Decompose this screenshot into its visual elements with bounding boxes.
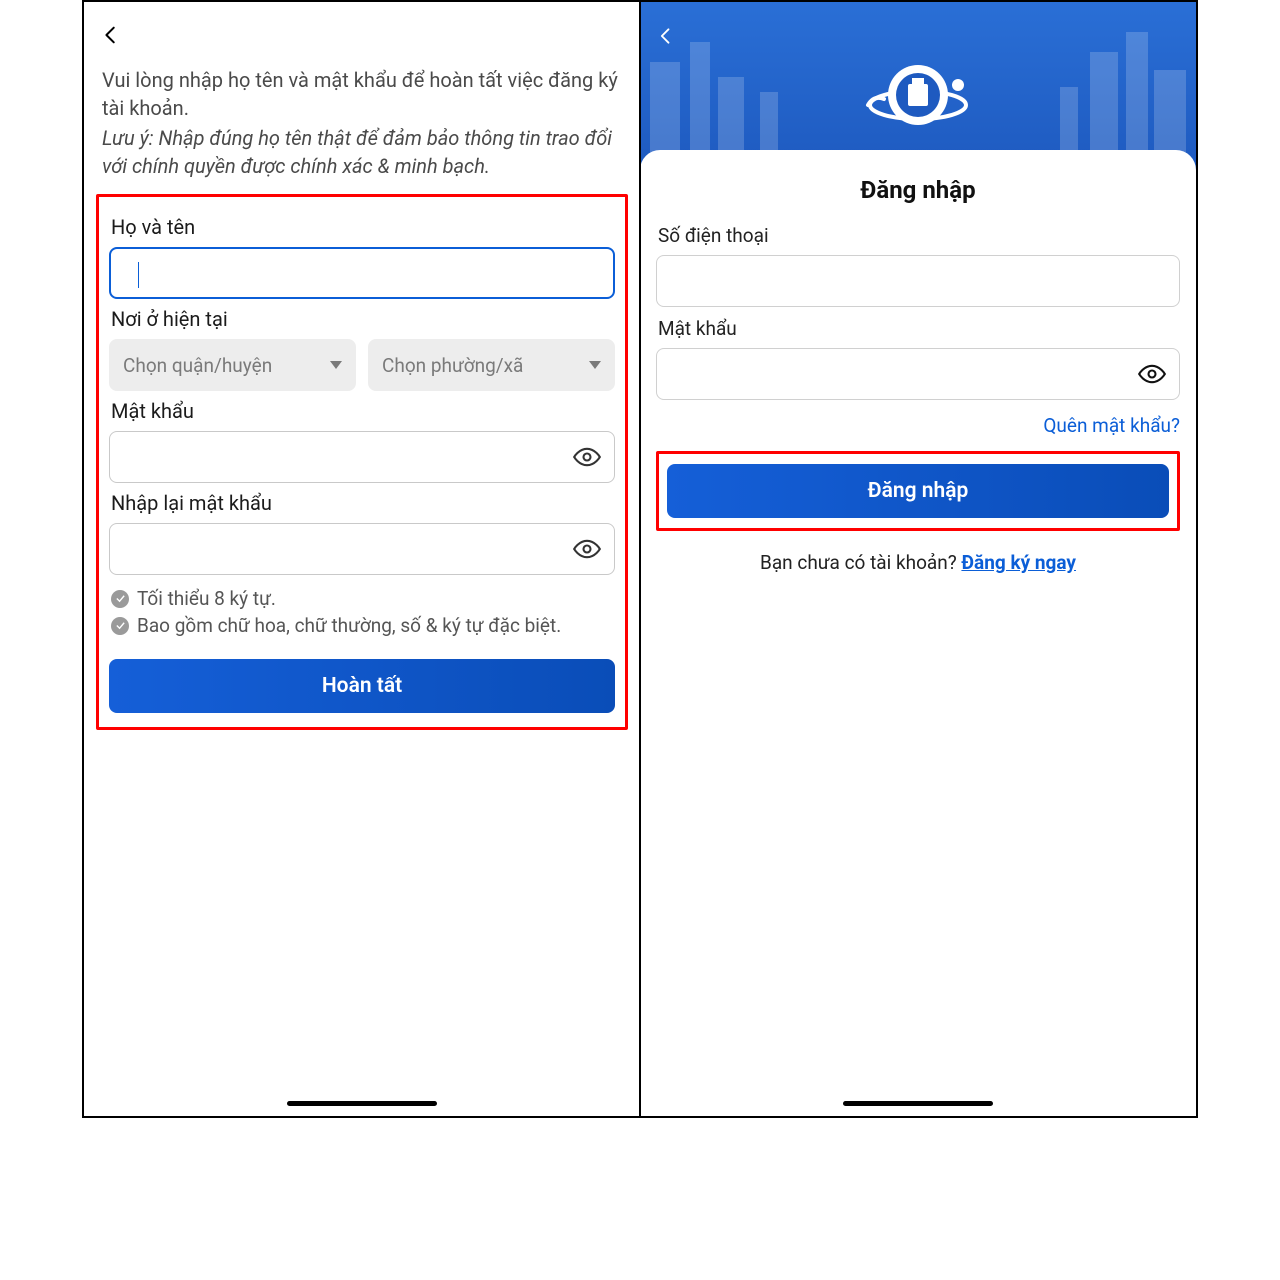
confirm-password-label: Nhập lại mật khẩu [111,491,615,515]
chevron-down-icon [330,361,342,369]
signup-row: Bạn chưa có tài khoản? Đăng ký ngay [656,551,1180,574]
fullname-label: Họ và tên [111,215,615,239]
login-button-highlight: Đăng nhập [656,451,1180,531]
back-icon[interactable] [100,20,122,56]
ward-select[interactable]: Chọn phường/xã [368,339,615,391]
phone-label: Số điện thoại [658,224,1180,247]
home-indicator [843,1101,993,1106]
check-circle-icon [111,617,129,635]
app-logo-icon [858,50,978,140]
address-label: Nơi ở hiện tại [111,307,615,331]
fullname-input[interactable] [109,247,615,299]
home-indicator [287,1101,437,1106]
eye-icon[interactable] [573,535,601,563]
registration-form-highlight: Họ và tên Nơi ở hiện tại Chọn quận/huyện… [96,194,628,730]
password-rule-2: Bao gồm chữ hoa, chữ thường, số & ký tự … [137,614,561,637]
login-button[interactable]: Đăng nhập [667,464,1169,518]
signup-prompt: Bạn chưa có tài khoản? [760,551,961,574]
signup-link[interactable]: Đăng ký ngay [961,551,1076,574]
pane-divider [639,2,641,1116]
login-password-input[interactable] [656,348,1180,400]
confirm-password-input[interactable] [109,523,615,575]
phone-input[interactable] [656,255,1180,307]
login-title: Đăng nhập [656,176,1180,204]
login-header [640,2,1196,170]
district-placeholder: Chọn quận/huyện [123,354,272,377]
ward-placeholder: Chọn phường/xã [382,354,523,377]
chevron-down-icon [589,361,601,369]
back-icon[interactable] [656,22,676,57]
eye-icon[interactable] [573,443,601,471]
district-select[interactable]: Chọn quận/huyện [109,339,356,391]
password-label: Mật khẩu [111,399,615,423]
registration-pane: Vui lòng nhập họ tên và mật khẩu để hoàn… [84,2,640,1116]
intro-text: Vui lòng nhập họ tên và mật khẩu để hoàn… [102,66,622,122]
password-input[interactable] [109,431,615,483]
forgot-password-link[interactable]: Quên mật khẩu? [656,414,1180,437]
password-rule-1: Tối thiểu 8 ký tự. [137,587,276,610]
login-pane: Đăng nhập Số điện thoại Mật khẩu Quên mậ… [640,2,1196,1116]
note-text: Lưu ý: Nhập đúng họ tên thật để đảm bảo … [102,124,622,180]
complete-button[interactable]: Hoàn tất [109,659,615,713]
login-card: Đăng nhập Số điện thoại Mật khẩu Quên mậ… [640,150,1196,574]
eye-icon[interactable] [1138,360,1166,388]
login-password-label: Mật khẩu [658,317,1180,340]
check-circle-icon [111,590,129,608]
